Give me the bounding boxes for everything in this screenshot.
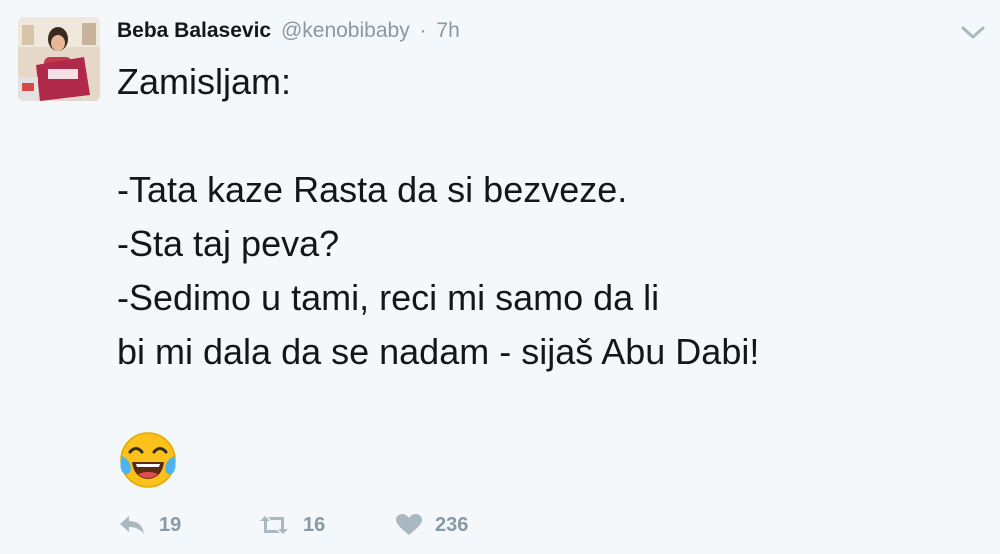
author-handle[interactable]: @kenobibaby [281,19,410,42]
like-button[interactable]: 236 [395,508,468,542]
tweet-timestamp[interactable]: 7h [436,19,459,42]
reply-button[interactable]: 19 [117,508,181,542]
retweet-count: 16 [303,513,326,536]
avatar-image [18,17,100,101]
retweet-icon [260,516,288,534]
heart-icon [396,514,422,535]
tweet-text-line: bi mi dala da se nadam - sijaš Abu Dabi! [117,331,760,372]
chevron-down-icon [961,26,985,39]
tears-of-joy-emoji [118,430,178,490]
tweet-text-line: -Tata kaze Rasta da si bezveze. [117,169,628,210]
reply-count: 19 [159,513,182,536]
tweet-header: Beba Balasevic @kenobibaby · 7h [117,17,460,45]
author-name[interactable]: Beba Balasevic [117,19,271,42]
tweet-text-line: -Sta taj peva? [117,223,340,264]
tweet-text-line: Zamisljam: [117,61,292,102]
reply-icon [120,516,144,534]
like-count: 236 [435,513,469,536]
retweet-button[interactable]: 16 [257,508,325,542]
avatar[interactable] [18,17,100,101]
tweet-text-line: -Sedimo u tami, reci mi samo da li [117,277,660,318]
separator-dot: · [419,19,427,42]
tweet-text: Zamisljam: -Tata kaze Rasta da si bezvez… [117,55,987,379]
tweet-menu-button[interactable] [958,20,988,44]
tweet-text-blank-line [117,109,987,163]
